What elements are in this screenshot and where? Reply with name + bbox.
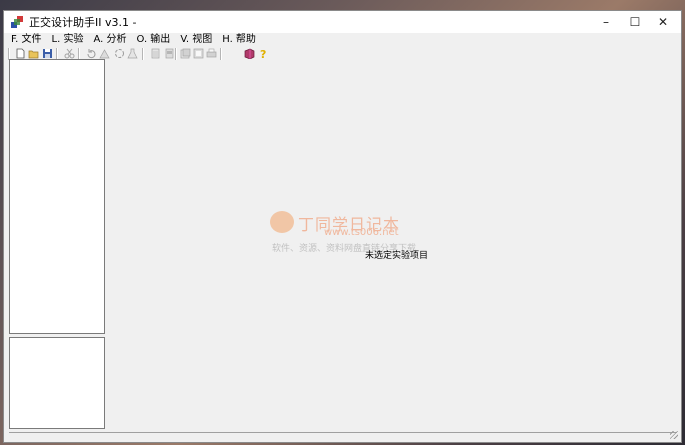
resize-grip-icon[interactable]: [670, 431, 678, 439]
doc4-icon[interactable]: [193, 48, 204, 59]
watermark-url: www.ts006.net: [324, 227, 399, 238]
flask-icon[interactable]: [127, 48, 138, 59]
close-button[interactable]: ✕: [648, 11, 678, 33]
recycle-icon[interactable]: [114, 48, 125, 59]
dog-logo-icon: [270, 211, 294, 233]
rotate-icon[interactable]: [86, 48, 97, 59]
minimize-button[interactable]: –: [591, 11, 621, 33]
status-bar: [9, 432, 677, 442]
app-window: 正交设计助手II v3.1 - – ☐ ✕ F. 文件 L. 实验 A. 分析 …: [3, 10, 682, 443]
book-icon[interactable]: [244, 48, 255, 59]
no-experiment-selected-text: 未选定实验项目: [365, 251, 429, 261]
app-icon: [11, 16, 23, 28]
menu-output[interactable]: O. 输出: [136, 34, 170, 46]
triangle-icon[interactable]: [99, 48, 110, 59]
svg-text:?: ?: [260, 48, 266, 59]
doc3-icon[interactable]: [180, 48, 191, 59]
maximize-button[interactable]: ☐: [620, 11, 650, 33]
menu-analysis[interactable]: A. 分析: [93, 34, 126, 46]
doc2-icon[interactable]: [164, 48, 175, 59]
properties-panel[interactable]: [9, 337, 105, 429]
menu-experiment[interactable]: L. 实验: [52, 34, 84, 46]
title-bar: 正交设计助手II v3.1 - – ☐ ✕: [4, 11, 681, 33]
printer-icon[interactable]: [206, 48, 217, 59]
open-folder-icon[interactable]: [28, 48, 39, 59]
window-title: 正交设计助手II v3.1 -: [29, 16, 137, 29]
experiment-tree-panel[interactable]: [9, 59, 105, 334]
menu-file[interactable]: F. 文件: [11, 34, 42, 46]
menu-help[interactable]: H. 帮助: [222, 34, 256, 46]
menu-view[interactable]: V. 视图: [180, 34, 212, 46]
help-icon[interactable]: ?: [258, 48, 269, 59]
new-file-icon[interactable]: [15, 48, 26, 59]
menu-bar: F. 文件 L. 实验 A. 分析 O. 输出 V. 视图 H. 帮助: [4, 33, 681, 47]
save-icon[interactable]: [42, 48, 53, 59]
doc1-icon[interactable]: [150, 48, 161, 59]
cut-icon[interactable]: [64, 48, 75, 59]
